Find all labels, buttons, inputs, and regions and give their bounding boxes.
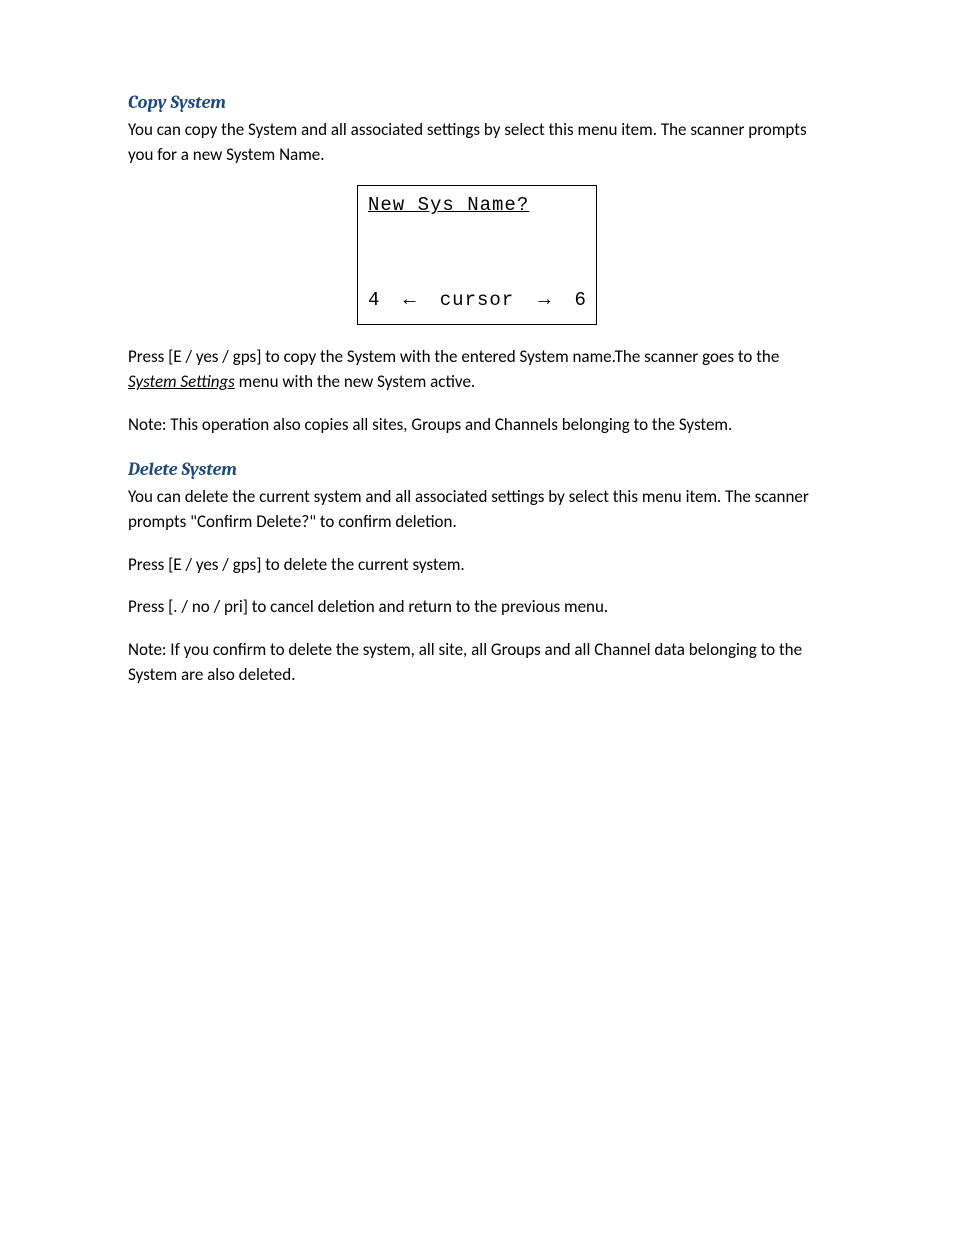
- arrow-right-icon: →: [538, 291, 550, 311]
- copy-system-instruction: Press [E / yes / gps] to copy the System…: [128, 345, 826, 394]
- cursor-right-num: 6: [575, 287, 586, 315]
- copy-system-section: Copy System You can copy the System and …: [128, 90, 826, 437]
- cursor-left-num: 4: [368, 287, 379, 315]
- display-title: New Sys Name?: [368, 192, 586, 220]
- scanner-display: New Sys Name? 4 ← cursor → 6: [357, 185, 597, 325]
- delete-system-note: Note: If you confirm to delete the syste…: [128, 638, 826, 687]
- copy-system-heading: Copy System: [128, 90, 826, 116]
- delete-system-section: Delete System You can delete the current…: [128, 457, 826, 687]
- instruction-text-a: Press [E / yes / gps] to copy the System…: [128, 346, 779, 367]
- cursor-label: cursor: [440, 287, 514, 315]
- system-settings-link[interactable]: System Settings: [128, 371, 235, 392]
- copy-system-intro: You can copy the System and all associat…: [128, 118, 826, 167]
- cursor-row: 4 ← cursor → 6: [368, 287, 586, 321]
- delete-cancel-instruction: Press [. / no / pri] to cancel deletion …: [128, 595, 826, 620]
- delete-system-intro: You can delete the current system and al…: [128, 485, 826, 534]
- arrow-left-icon: ←: [404, 291, 416, 311]
- copy-system-note: Note: This operation also copies all sit…: [128, 413, 826, 438]
- delete-confirm-instruction: Press [E / yes / gps] to delete the curr…: [128, 553, 826, 578]
- delete-system-heading: Delete System: [128, 457, 826, 483]
- instruction-text-b: menu with the new System active.: [235, 371, 475, 392]
